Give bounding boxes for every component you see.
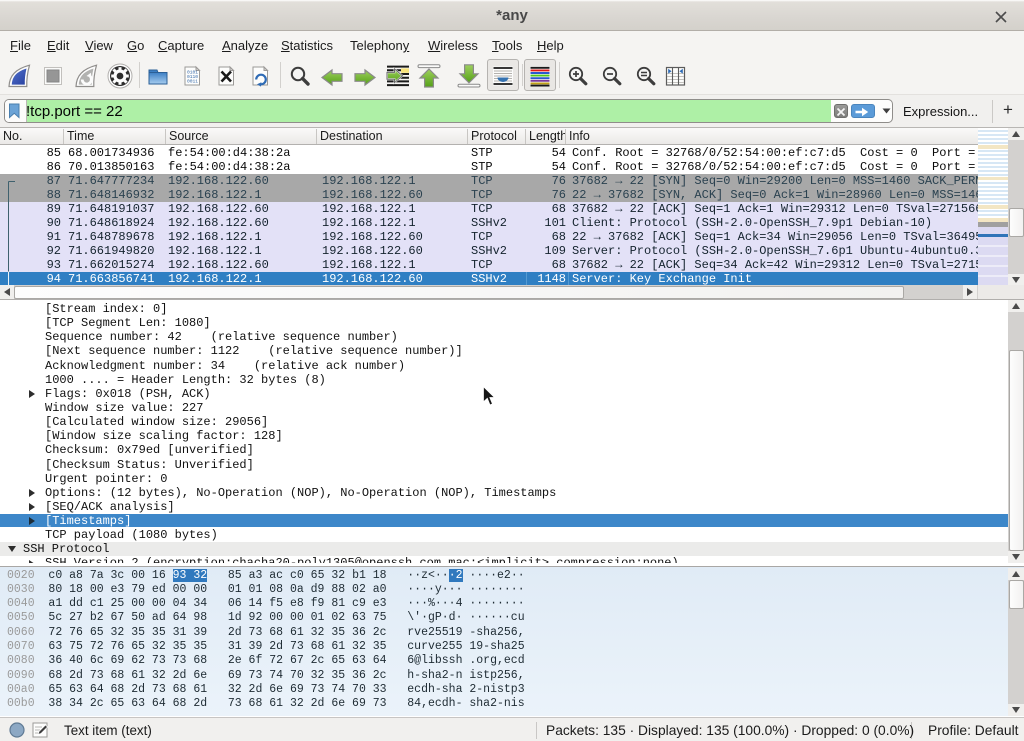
svg-text:0011: 0011 [187,79,198,85]
